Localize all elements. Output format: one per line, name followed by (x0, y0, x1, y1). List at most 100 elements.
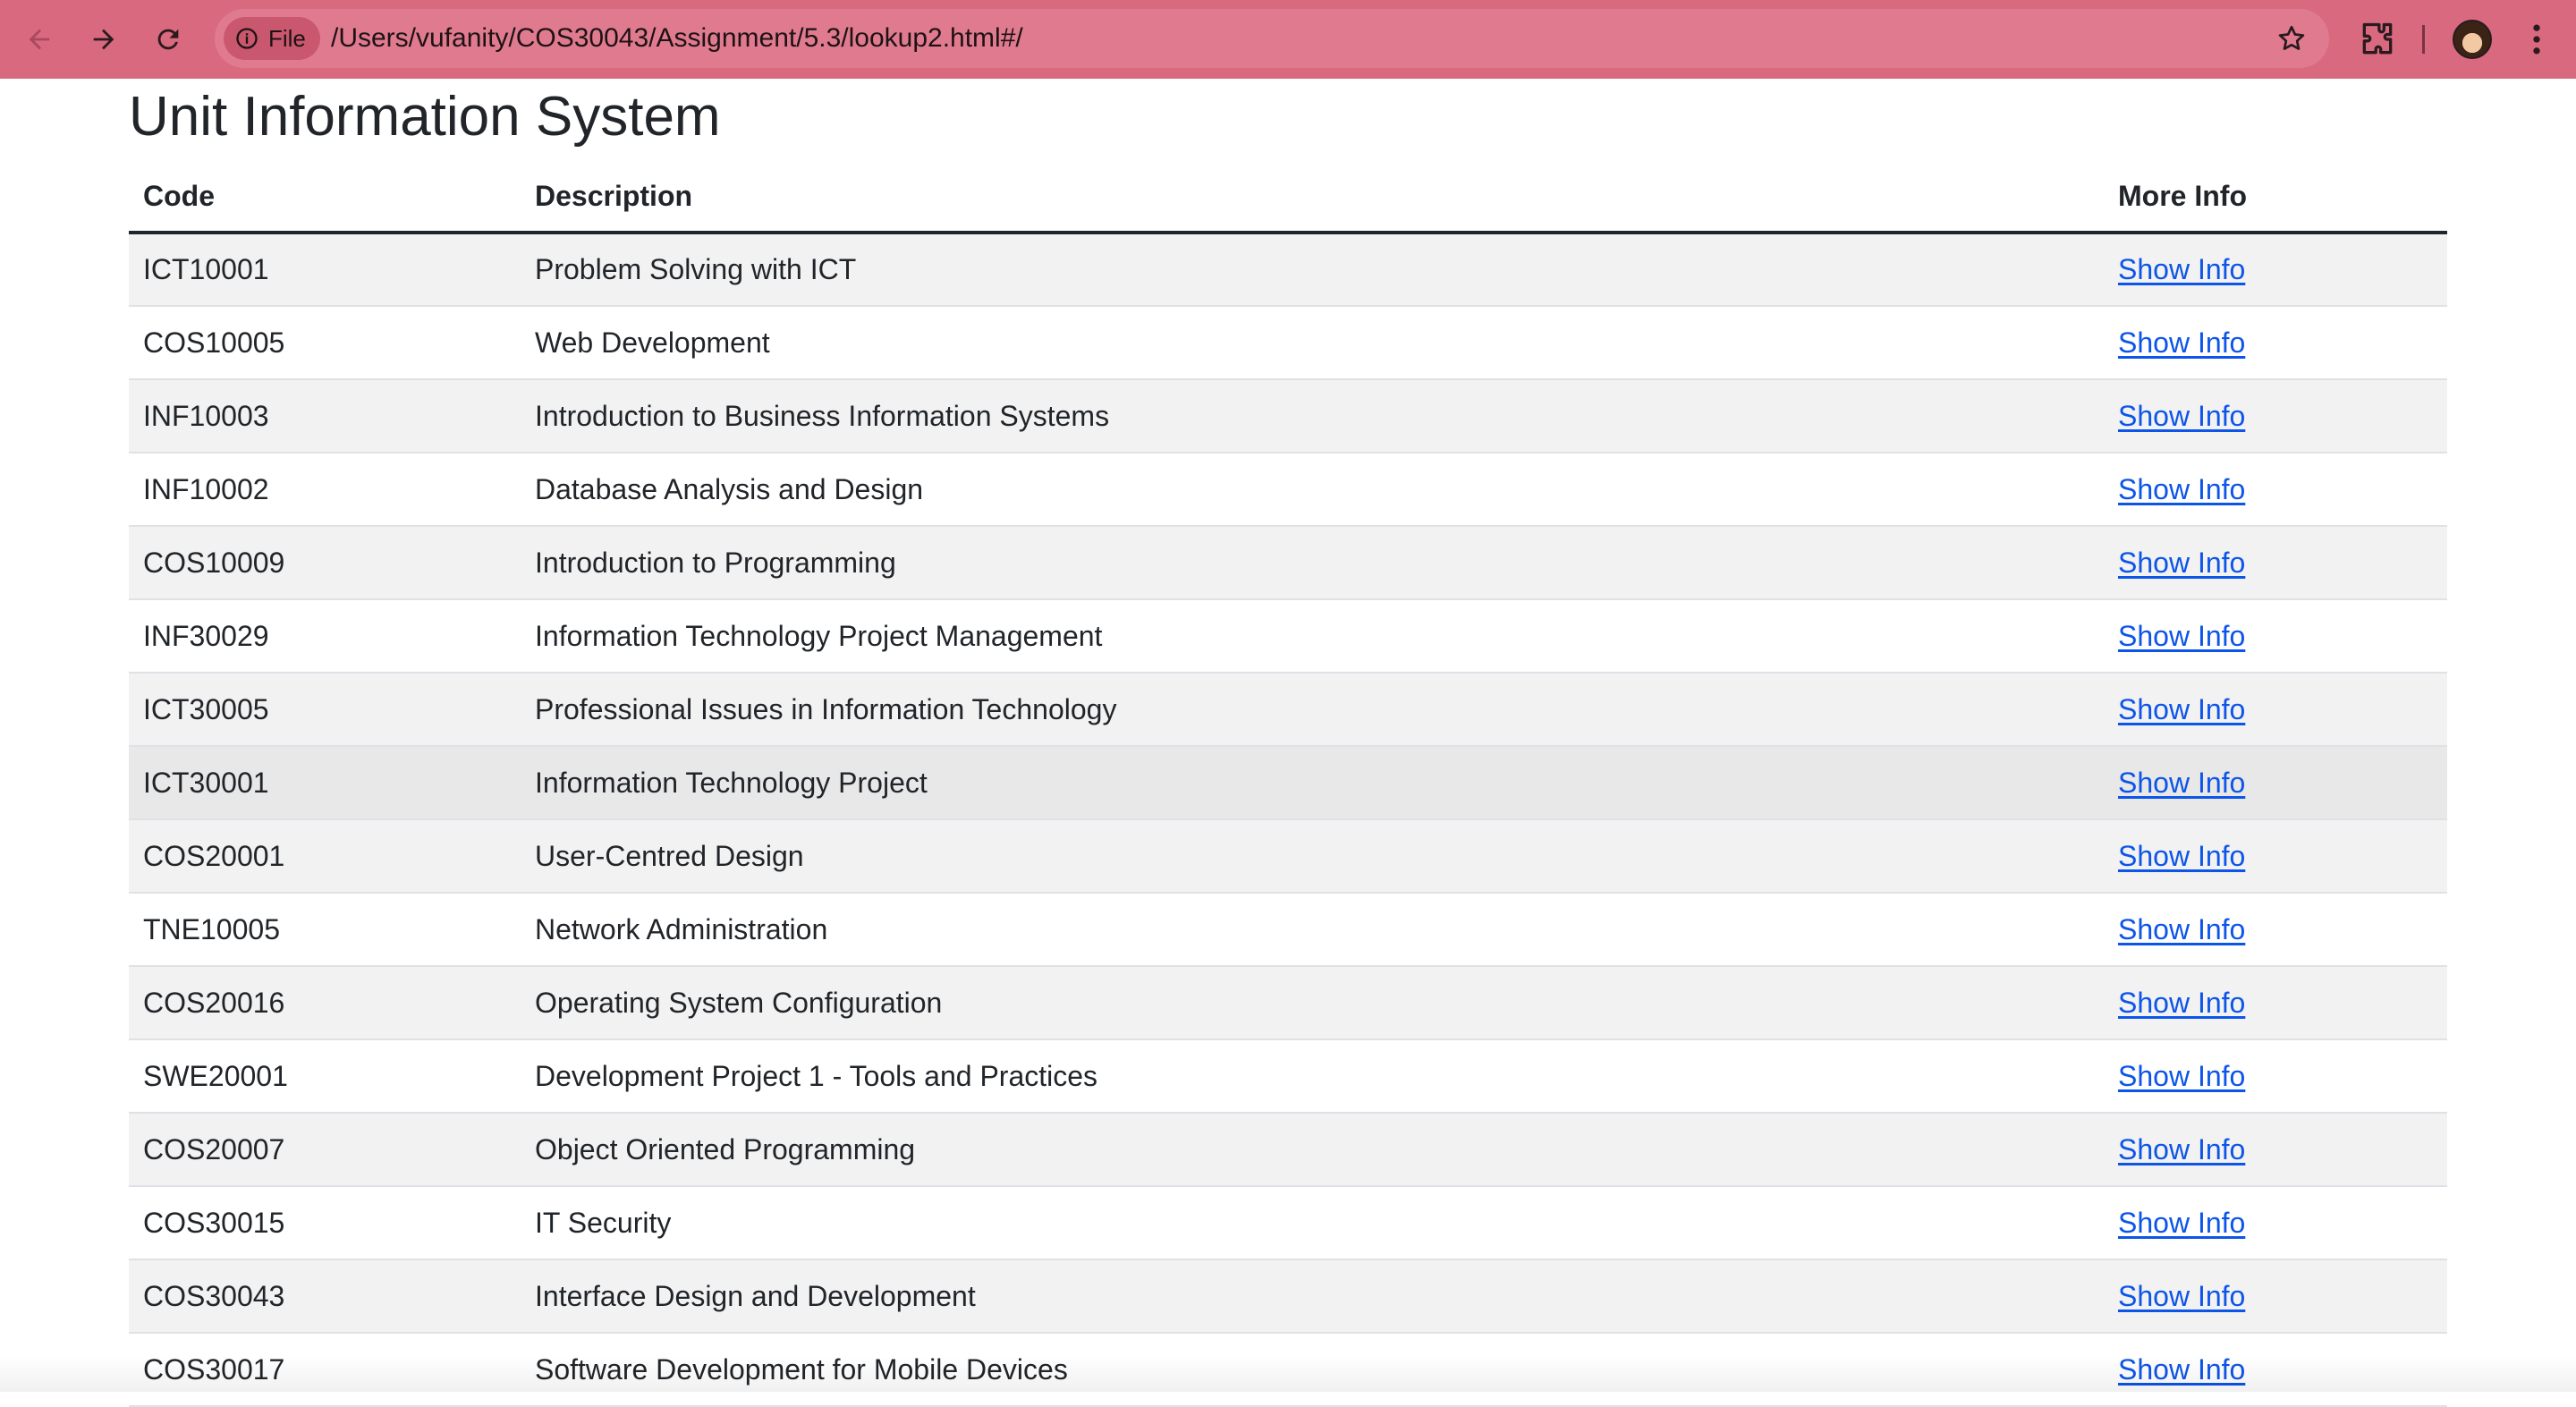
table-row: COS20001User-Centred Design Show Info (129, 819, 2447, 893)
more-info-cell: Show Info (2104, 1113, 2447, 1186)
unit-description-cell: Introduction to Programming (521, 526, 2104, 599)
reload-icon (153, 24, 183, 55)
unit-description-cell: User-Centred Design (521, 819, 2104, 893)
show-info-link[interactable]: Show Info (2118, 1133, 2245, 1165)
table-row: COS10005Web Development Show Info (129, 306, 2447, 379)
back-button[interactable] (18, 18, 61, 61)
unit-description-cell: Object Oriented Programming (521, 1113, 2104, 1186)
unit-description-cell: Development Project 1 - Tools and Practi… (521, 1039, 2104, 1113)
table-row: COS10009Introduction to Programming Show … (129, 526, 2447, 599)
unit-description-cell: Problem Solving with ICT (521, 233, 2104, 306)
show-info-link[interactable]: Show Info (2118, 1207, 2245, 1239)
unit-code-cell: INF10002 (129, 453, 521, 526)
url-text[interactable]: /Users/vufanity/COS30043/Assignment/5.3/… (331, 9, 1023, 68)
unit-description-cell: Software Development for Mobile Devices (521, 1333, 2104, 1406)
table-row: COS20016Operating System Configuration Sh… (129, 966, 2447, 1039)
more-info-cell: Show Info (2104, 233, 2447, 306)
table-body: ICT10001Problem Solving with ICT Show Inf… (129, 233, 2447, 1406)
unit-description-cell: Operating System Configuration (521, 966, 2104, 1039)
more-info-cell: Show Info (2104, 819, 2447, 893)
unit-description-cell: Web Development (521, 306, 2104, 379)
show-info-link[interactable]: Show Info (2118, 987, 2245, 1019)
column-header-description: Description (521, 161, 2104, 233)
unit-code-cell: ICT30005 (129, 673, 521, 746)
more-info-cell: Show Info (2104, 379, 2447, 453)
unit-description-cell: Network Administration (521, 893, 2104, 966)
show-info-link[interactable]: Show Info (2118, 547, 2245, 579)
show-info-link[interactable]: Show Info (2118, 840, 2245, 872)
page-content: Unit Information System Code Description… (129, 79, 2447, 1407)
unit-code-cell: COS10005 (129, 306, 521, 379)
table-row: ICT30005Professional Issues in Informati… (129, 673, 2447, 746)
more-info-cell: Show Info (2104, 893, 2447, 966)
unit-code-cell: COS30043 (129, 1259, 521, 1333)
unit-code-cell: TNE10005 (129, 893, 521, 966)
reload-button[interactable] (147, 18, 190, 61)
more-info-cell: Show Info (2104, 1333, 2447, 1406)
show-info-link[interactable]: Show Info (2118, 326, 2245, 359)
unit-description-cell: IT Security (521, 1186, 2104, 1259)
table-row: COS30015IT Security Show Info (129, 1186, 2447, 1259)
show-info-link[interactable]: Show Info (2118, 1060, 2245, 1092)
show-info-link[interactable]: Show Info (2118, 473, 2245, 505)
table-row: INF10002Database Analysis and Design Show… (129, 453, 2447, 526)
table-row: INF30029Information Technology Project M… (129, 599, 2447, 673)
more-info-cell: Show Info (2104, 966, 2447, 1039)
show-info-link[interactable]: Show Info (2118, 1280, 2245, 1312)
scheme-label: File (268, 25, 306, 53)
unit-code-cell: SWE20001 (129, 1039, 521, 1113)
table-row: COS30017Software Development for Mobile … (129, 1333, 2447, 1406)
show-info-link[interactable]: Show Info (2118, 693, 2245, 725)
show-info-link[interactable]: Show Info (2118, 767, 2245, 799)
unit-code-cell: ICT30001 (129, 746, 521, 819)
forward-button[interactable] (82, 18, 125, 61)
show-info-link[interactable]: Show Info (2118, 253, 2245, 285)
more-info-cell: Show Info (2104, 1259, 2447, 1333)
address-bar[interactable]: File /Users/vufanity/COS30043/Assignment… (215, 9, 2329, 68)
more-info-cell: Show Info (2104, 673, 2447, 746)
unit-code-cell: COS10009 (129, 526, 521, 599)
table-row: ICT10001Problem Solving with ICT Show Inf… (129, 233, 2447, 306)
show-info-link[interactable]: Show Info (2118, 913, 2245, 945)
browser-toolbar: File /Users/vufanity/COS30043/Assignment… (0, 0, 2576, 79)
page-title: Unit Information System (129, 79, 2447, 150)
toolbar-divider (2422, 25, 2425, 54)
info-icon (234, 26, 259, 51)
arrow-right-icon (89, 24, 119, 55)
more-info-cell: Show Info (2104, 1186, 2447, 1259)
unit-code-cell: ICT10001 (129, 233, 521, 306)
more-info-cell: Show Info (2104, 526, 2447, 599)
profile-avatar[interactable] (2453, 20, 2492, 59)
unit-code-cell: COS20001 (129, 819, 521, 893)
kebab-menu-icon[interactable] (2522, 20, 2551, 59)
show-info-link[interactable]: Show Info (2118, 400, 2245, 432)
unit-code-cell: COS20016 (129, 966, 521, 1039)
unit-description-cell: Information Technology Project (521, 746, 2104, 819)
show-info-link[interactable]: Show Info (2118, 1353, 2245, 1386)
more-info-cell: Show Info (2104, 453, 2447, 526)
bookmark-star-icon[interactable] (2275, 22, 2308, 55)
unit-code-cell: INF10003 (129, 379, 521, 453)
arrow-left-icon (24, 24, 55, 55)
table-row: COS20007Object Oriented Programming Show … (129, 1113, 2447, 1186)
units-table: Code Description More Info ICT10001Probl… (129, 161, 2447, 1407)
table-row: COS30043Interface Design and Development… (129, 1259, 2447, 1333)
extensions-puzzle-icon[interactable] (2358, 20, 2397, 59)
table-row: ICT30001Information Technology Project Sh… (129, 746, 2447, 819)
unit-description-cell: Introduction to Business Information Sys… (521, 379, 2104, 453)
table-header-row: Code Description More Info (129, 161, 2447, 233)
more-info-cell: Show Info (2104, 306, 2447, 379)
unit-code-cell: COS30015 (129, 1186, 521, 1259)
table-row: TNE10005Network Administration Show Info (129, 893, 2447, 966)
site-info-chip[interactable]: File (224, 17, 320, 60)
unit-description-cell: Professional Issues in Information Techn… (521, 673, 2104, 746)
unit-code-cell: COS20007 (129, 1113, 521, 1186)
column-header-more-info: More Info (2104, 161, 2447, 233)
unit-description-cell: Database Analysis and Design (521, 453, 2104, 526)
more-info-cell: Show Info (2104, 1039, 2447, 1113)
unit-description-cell: Information Technology Project Managemen… (521, 599, 2104, 673)
unit-description-cell: Interface Design and Development (521, 1259, 2104, 1333)
column-header-code: Code (129, 161, 521, 233)
show-info-link[interactable]: Show Info (2118, 620, 2245, 652)
more-info-cell: Show Info (2104, 599, 2447, 673)
